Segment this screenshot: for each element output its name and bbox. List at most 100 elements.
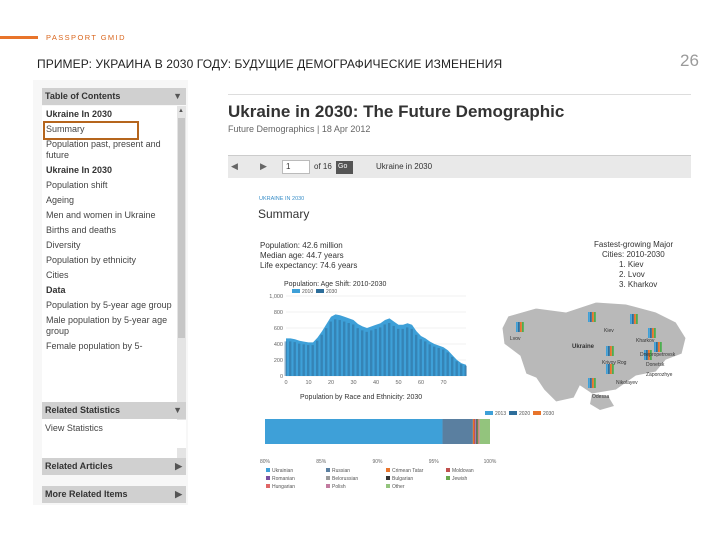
legend-label: 2030 (543, 411, 554, 417)
x-tick-label: 0 (284, 380, 287, 386)
map-city-label: Nikolayev (616, 380, 638, 386)
chart-title: Population: Age Shift: 2010-2030 (284, 281, 386, 288)
map-city-label: Lvov (510, 336, 521, 342)
related-statistics-label: Related Statistics (45, 405, 121, 415)
city-bar (594, 312, 596, 322)
age-bar (356, 328, 359, 376)
city-bar (612, 346, 614, 356)
toc-item[interactable]: Ageing (45, 194, 177, 209)
ethnicity-segment (474, 419, 476, 444)
city-bar (658, 342, 660, 352)
age-bar (415, 334, 418, 376)
toc-item[interactable]: Male population by 5-year age group (45, 314, 177, 340)
city-bar (656, 342, 658, 352)
toc-item[interactable]: Female population by 5- (45, 340, 177, 355)
age-bar (347, 323, 350, 376)
map-city-label: Kiev (604, 328, 614, 334)
viewer-toolbar: ◀ ▶ 1 of 16 Go Ukraine in 2030 (228, 155, 691, 178)
ethnicity-segment (478, 419, 480, 444)
legend-label: 2013 (495, 411, 506, 417)
toc-section-heading[interactable]: Data (45, 284, 177, 299)
map-city-label: Dnepropetrovsk (640, 352, 676, 358)
age-bar (365, 331, 368, 376)
collapse-arrow-icon[interactable]: ▼ (173, 405, 182, 415)
legend-swatch (326, 468, 330, 472)
city-bar (654, 328, 656, 338)
toc-item[interactable]: Births and deaths (45, 224, 177, 239)
view-statistics-link[interactable]: View Statistics (45, 423, 103, 433)
age-bar (316, 340, 319, 376)
legend-swatch (386, 468, 390, 472)
age-bar (307, 345, 310, 376)
age-bar (428, 344, 431, 376)
toc-item[interactable]: Population past, present and future (45, 138, 177, 164)
ethnicity-segment (472, 419, 475, 444)
x-tick-label: 100% (484, 459, 497, 465)
expand-arrow-icon[interactable]: ▶ (175, 461, 182, 472)
toc-header[interactable]: Table of Contents ▼ (42, 88, 186, 105)
x-tick-label: 80% (260, 459, 271, 465)
expand-arrow-icon[interactable]: ▶ (175, 489, 182, 500)
age-bar (334, 319, 337, 376)
city-bar (594, 378, 596, 388)
related-articles-header[interactable]: Related Articles ▶ (42, 458, 186, 475)
legend-swatch (266, 476, 270, 480)
fastest-city: 2. Lvov (619, 270, 645, 279)
age-bar (460, 364, 463, 376)
map-city-label: Zaporozhye (646, 372, 673, 378)
related-articles-label: Related Articles (45, 461, 113, 471)
toc-item[interactable]: Population by 5-year age group (45, 299, 177, 314)
page-number: 26 (680, 51, 699, 70)
city-bar (516, 322, 518, 332)
y-tick-label: 400 (274, 342, 283, 348)
scroll-thumb[interactable] (178, 118, 185, 338)
age-bar (455, 361, 458, 376)
fastest-city: 3. Kharkov (619, 280, 658, 289)
city-bar (634, 314, 636, 324)
age-bar (379, 327, 382, 376)
article-top-rule (228, 94, 691, 95)
legend-label: Bulgarian (392, 476, 413, 482)
age-bar (302, 344, 305, 376)
more-related-items-label: More Related Items (45, 489, 128, 499)
legend-swatch (316, 289, 324, 293)
next-page-icon[interactable]: ▶ (260, 161, 267, 172)
age-bar (284, 341, 287, 376)
ethnicity-segment (478, 419, 479, 444)
legend-swatch (446, 476, 450, 480)
age-bar (329, 321, 332, 376)
collapse-arrow-icon[interactable]: ▼ (173, 91, 182, 101)
age-bar (451, 356, 454, 376)
go-button[interactable]: Go (336, 161, 353, 174)
prev-page-icon[interactable]: ◀ (231, 161, 238, 172)
legend-label: Romanian (272, 476, 295, 482)
toc-item[interactable]: Men and women in Ukraine (45, 209, 177, 224)
x-tick-label: 85% (316, 459, 327, 465)
related-statistics-header[interactable]: Related Statistics ▼ (42, 402, 186, 419)
y-tick-label: 1,000 (269, 294, 283, 300)
ethnicity-chart: Population by Race and Ethnicity: 2030 20… (260, 394, 554, 490)
age-bar (442, 349, 445, 376)
ethnicity-segment (479, 419, 490, 444)
scroll-up-icon[interactable]: ▲ (178, 108, 184, 114)
toc-item[interactable]: Population by ethnicity (45, 254, 177, 269)
city-bar (520, 322, 522, 332)
x-tick-label: 60 (418, 380, 424, 386)
more-related-items-header[interactable]: More Related Items ▶ (42, 486, 186, 503)
toc-item[interactable]: Summary (43, 121, 139, 140)
legend-swatch (386, 484, 390, 488)
toc-section-heading[interactable]: Ukraine In 2030 (45, 164, 177, 179)
age-bar (446, 352, 449, 376)
map-city-label: Ukraine (572, 344, 595, 350)
toc-item[interactable]: Population shift (45, 179, 177, 194)
toc-item[interactable]: Diversity (45, 239, 177, 254)
document-name: Ukraine in 2030 (376, 162, 433, 171)
toc-section-heading[interactable]: Ukraine In 2030 (45, 108, 177, 123)
page-input[interactable]: 1 (282, 160, 310, 174)
city-bar (590, 378, 592, 388)
toc-item[interactable]: Cities (45, 269, 177, 284)
legend-swatch (266, 468, 270, 472)
city-bar (518, 322, 520, 332)
legend-label: Russian (332, 468, 350, 474)
y-tick-label: 0 (280, 374, 283, 380)
